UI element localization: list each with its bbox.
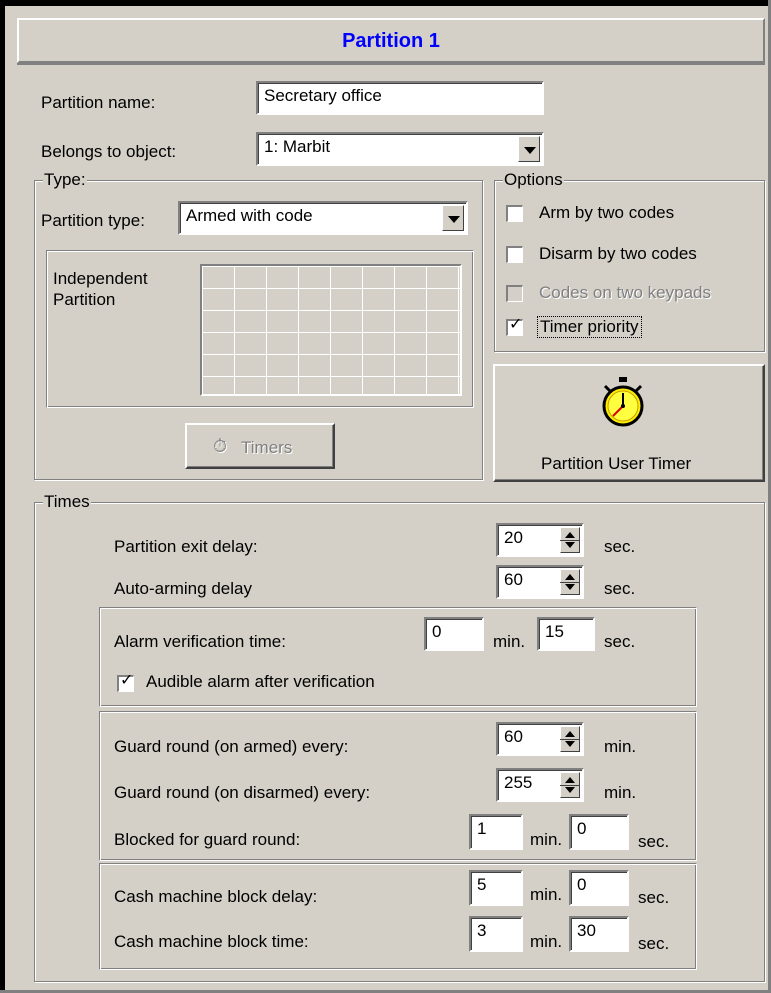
partition-user-timer-button[interactable]: Partition User Timer (493, 364, 765, 482)
cash-delay-sec-input[interactable]: 0 (569, 870, 629, 906)
auto-arming-value: 60 (504, 570, 523, 589)
alarm-verification-panel (99, 607, 697, 707)
header-divider (17, 63, 765, 65)
check-icon: ✓ (509, 316, 523, 333)
codes-two-keypads-label: Codes on two keypads (539, 283, 711, 302)
belongs-to-object-value: 1: Marbit (264, 137, 331, 156)
cash-time-label: Cash machine block time: (114, 932, 309, 951)
cash-delay-min-input[interactable]: 5 (469, 870, 523, 906)
blocked-guard-sec-input[interactable]: 0 (569, 814, 629, 850)
guard-armed-spinner[interactable]: 60 (496, 722, 584, 756)
disarm-two-codes-label: Disarm by two codes (539, 244, 697, 263)
type-group-title: Type: (43, 170, 87, 190)
alarm-verification-min-unit: min. (493, 632, 526, 651)
blocked-guard-sec-unit: sec. (638, 832, 670, 851)
disarm-two-codes-checkbox[interactable] (506, 246, 523, 263)
blocked-guard-min-input[interactable]: 1 (469, 814, 523, 850)
partition-name-label: Partition name: (41, 93, 156, 112)
guard-armed-value: 60 (504, 727, 523, 746)
guard-disarmed-value: 255 (504, 773, 533, 792)
cash-delay-label: Cash machine block delay: (114, 887, 318, 906)
partition-type-value: Armed with code (186, 206, 313, 225)
window-border-top (0, 0, 771, 6)
guard-disarmed-spinner[interactable]: 255 (496, 768, 584, 802)
partition-type-select[interactable]: Armed with code (178, 201, 468, 235)
partition-user-timer-label: Partition User Timer (541, 454, 692, 473)
cash-time-sec-unit: sec. (638, 934, 670, 953)
blocked-guard-min-unit: min. (530, 830, 563, 849)
partition-grid[interactable] (200, 264, 462, 396)
times-group-title: Times (43, 492, 91, 512)
cash-time-sec-input[interactable]: 30 (569, 916, 629, 952)
alarm-verification-label: Alarm verification time: (114, 632, 286, 651)
exit-delay-label: Partition exit delay: (114, 537, 258, 556)
belongs-to-object-select[interactable]: 1: Marbit (256, 132, 544, 166)
guard-disarmed-label: Guard round (on disarmed) every: (114, 783, 371, 802)
independent-label-line2: Partition (53, 290, 116, 309)
timers-button[interactable]: ⏱ Timers (185, 423, 335, 469)
timer-priority-label: Timer priority (537, 316, 642, 338)
exit-delay-spinner[interactable]: 20 (496, 523, 584, 557)
timers-button-label: Timers (241, 438, 293, 457)
auto-arming-unit: sec. (604, 579, 636, 598)
blocked-guard-label: Blocked for guard round: (114, 830, 301, 849)
codes-two-keypads-checkbox (506, 285, 523, 302)
audible-alarm-checkbox[interactable]: ✓ (117, 672, 134, 692)
options-group-title: Options (503, 170, 564, 190)
arm-two-codes-checkbox[interactable] (506, 205, 523, 222)
chevron-down-icon[interactable] (518, 136, 540, 162)
auto-arming-label: Auto-arming delay (114, 579, 252, 598)
independent-label-line1: Independent (53, 269, 148, 288)
exit-delay-unit: sec. (604, 537, 636, 556)
auto-arming-spinner[interactable]: 60 (496, 565, 584, 599)
arm-two-codes-label: Arm by two codes (539, 203, 675, 222)
belongs-to-object-label: Belongs to object: (41, 142, 177, 161)
alarm-verification-min-input[interactable]: 0 (424, 617, 484, 651)
alarm-verification-sec-unit: sec. (604, 632, 636, 651)
partition-header: Partition 1 (17, 18, 765, 63)
cash-time-min-unit: min. (530, 932, 563, 951)
guard-armed-label: Guard round (on armed) every: (114, 737, 349, 756)
stopwatch-icon: ⏱ (213, 436, 228, 456)
chevron-down-icon[interactable] (442, 205, 464, 231)
exit-delay-value: 20 (504, 528, 523, 547)
window-border-left (0, 0, 5, 993)
audible-alarm-label: Audible alarm after verification (146, 672, 375, 691)
independent-partition-label: Independent Partition (53, 268, 148, 310)
partition-type-label: Partition type: (41, 211, 145, 230)
guard-armed-unit: min. (604, 737, 637, 756)
timer-priority-checkbox[interactable]: ✓ (506, 316, 523, 336)
cash-delay-min-unit: min. (530, 885, 563, 904)
check-icon: ✓ (120, 672, 134, 689)
cash-time-min-input[interactable]: 3 (469, 916, 523, 952)
clock-icon (602, 377, 644, 427)
guard-disarmed-unit: min. (604, 783, 637, 802)
partition-window: Partition 1 Partition name: Secretary of… (0, 0, 771, 993)
partition-name-input[interactable]: Secretary office (256, 81, 544, 115)
page-title: Partition 1 (342, 30, 440, 52)
cash-delay-sec-unit: sec. (638, 888, 670, 907)
alarm-verification-sec-input[interactable]: 15 (537, 617, 595, 651)
